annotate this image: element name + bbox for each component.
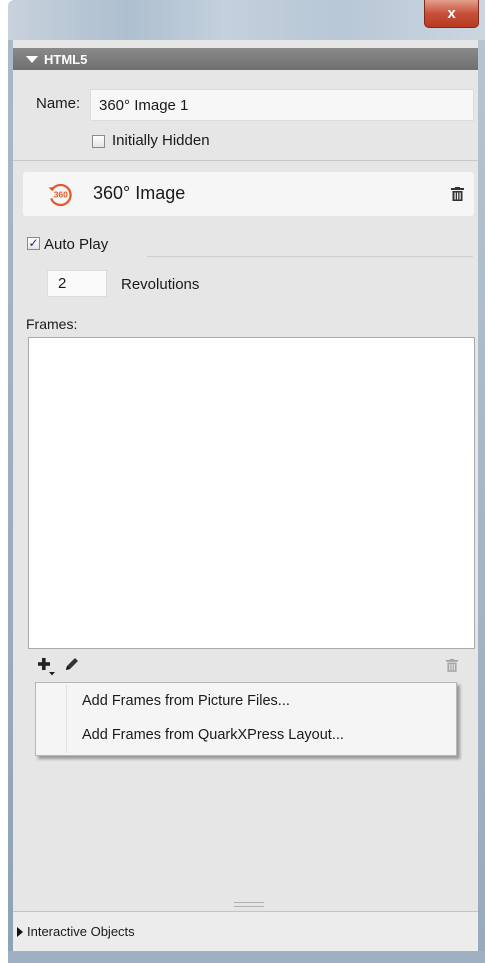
section-title: HTML5 <box>44 51 88 67</box>
icon-360-text: 360 <box>54 190 68 200</box>
divider <box>13 160 478 161</box>
revolutions-label: Revolutions <box>121 276 200 293</box>
interactive-objects-section[interactable]: Interactive Objects <box>13 912 478 951</box>
name-input[interactable] <box>90 89 474 121</box>
initially-hidden-label: Initially Hidden <box>112 132 210 149</box>
revolutions-input[interactable] <box>47 270 107 297</box>
add-frame-plus-dropdown-icon[interactable] <box>37 657 59 677</box>
expand-triangle-icon <box>17 927 23 937</box>
resize-grip-line[interactable] <box>234 906 264 907</box>
delete-object-trash-icon[interactable] <box>451 187 464 201</box>
frames-label: Frames: <box>26 316 78 332</box>
rotate-360-icon: 360 <box>48 183 72 207</box>
add-frames-dropdown-menu: Add Frames from Picture Files... Add Fra… <box>35 682 457 756</box>
menu-item-add-from-picture-files[interactable]: Add Frames from Picture Files... <box>82 693 290 709</box>
window-titlebar: x <box>8 0 485 40</box>
object-title: 360° Image <box>93 183 186 203</box>
auto-play-underline <box>147 256 473 257</box>
delete-frame-trash-icon[interactable] <box>446 659 458 672</box>
section-header-html5[interactable]: HTML5 <box>13 48 478 70</box>
auto-play-label: Auto Play <box>44 236 109 253</box>
window-frame-right <box>478 40 485 951</box>
close-button[interactable]: x <box>424 0 479 28</box>
resize-grip-line[interactable] <box>234 902 264 903</box>
initially-hidden-checkbox[interactable] <box>92 135 105 148</box>
object-type-header: 360 360° Image <box>23 172 474 216</box>
window-frame-bottom <box>8 951 485 963</box>
interactive-objects-label: Interactive Objects <box>27 924 135 939</box>
html5-panel: HTML5 Name: Initially Hidden 360 360° Im… <box>13 40 478 951</box>
menu-icon-gutter <box>66 685 67 753</box>
auto-play-checkbox[interactable]: ✓ <box>27 237 40 250</box>
edit-pencil-icon[interactable] <box>64 656 80 672</box>
collapse-triangle-icon <box>26 55 38 63</box>
menu-item-add-from-quarkxpress-layout[interactable]: Add Frames from QuarkXPress Layout... <box>82 727 344 743</box>
name-label: Name: <box>36 95 81 112</box>
frames-list[interactable] <box>28 337 475 649</box>
